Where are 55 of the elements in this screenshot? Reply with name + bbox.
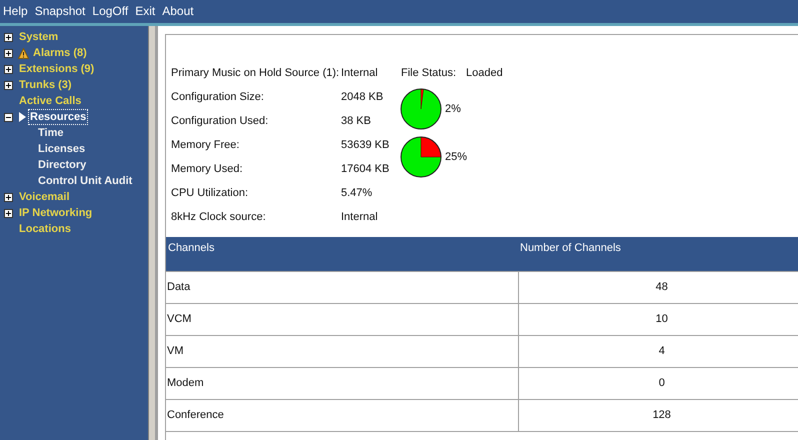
field-value: 2048 KB (341, 90, 384, 105)
field-label: Configuration Used: (171, 114, 270, 129)
column-header: Channels (166, 237, 518, 271)
field-label: Memory Free: (171, 138, 240, 153)
field-label: Configuration Size: (171, 90, 265, 105)
field-label: 8kHz Clock source: (171, 210, 267, 225)
column-header: Number of Channels (518, 237, 798, 271)
menu-item[interactable]: About (162, 4, 194, 19)
field-label: CPU Utilization: (171, 186, 250, 201)
tree-item[interactable]: Locations (19, 222, 71, 236)
expand-icon[interactable] (4, 192, 13, 202)
field-value: Loaded (466, 66, 503, 81)
table-cell: Modem (166, 367, 518, 399)
percent-label: 2% (445, 102, 461, 117)
tree-item[interactable]: Resources (29, 110, 88, 124)
tree-item[interactable]: Time (38, 126, 64, 140)
table-cell: Data (166, 271, 518, 303)
field-value: 5.47% (341, 186, 374, 201)
table-cell: Conference (166, 399, 518, 431)
menu-item[interactable]: Snapshot (34, 4, 86, 19)
field-value: 17604 KB (341, 162, 390, 177)
expand-icon[interactable] (4, 64, 13, 74)
expand-icon[interactable] (4, 80, 13, 90)
collapse-icon[interactable] (4, 112, 13, 122)
pointer-icon (19, 112, 26, 122)
tree-item[interactable]: Control Unit Audit (38, 174, 132, 188)
tree-item[interactable]: Trunks (3) (19, 78, 72, 92)
tree-item[interactable]: System (19, 30, 58, 44)
field-value: Internal (341, 210, 379, 225)
tree-item[interactable]: Alarms (8) (33, 46, 87, 60)
field-label: Primary Music on Hold Source (1): (171, 66, 340, 81)
field-value: 38 KB (341, 114, 372, 129)
field-value: 53639 KB (341, 138, 390, 153)
tree-item[interactable]: Directory (38, 158, 86, 172)
tree-item[interactable]: Licenses (38, 142, 86, 156)
pie-chart (400, 88, 442, 130)
table-cell: VM (166, 335, 518, 367)
expand-icon[interactable] (4, 32, 13, 42)
tree-item[interactable]: Voicemail (19, 190, 70, 204)
menu-item[interactable]: Exit (135, 4, 156, 19)
splitter[interactable] (148, 26, 158, 440)
tree-item[interactable]: Extensions (9) (19, 62, 94, 76)
field-label: File Status: (401, 66, 456, 81)
expand-icon[interactable] (4, 208, 13, 218)
menu-item[interactable]: Help (3, 4, 28, 19)
pie-chart (400, 136, 442, 178)
percent-label: 25% (445, 150, 468, 165)
field-value: Internal (341, 66, 379, 81)
menu-item[interactable]: LogOff (92, 4, 128, 19)
field-label: Memory Used: (171, 162, 244, 177)
tree-item[interactable]: Active Calls (19, 94, 82, 108)
expand-icon[interactable] (4, 48, 13, 58)
table-cell: 48 (518, 271, 798, 303)
tree-item[interactable]: IP Networking (19, 206, 92, 220)
table-cell: VCM (166, 303, 518, 335)
